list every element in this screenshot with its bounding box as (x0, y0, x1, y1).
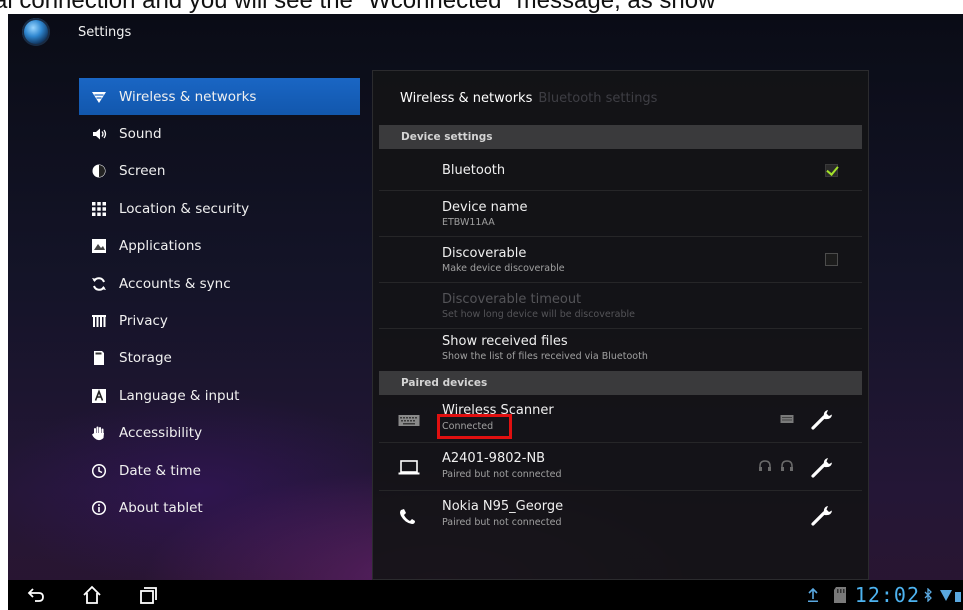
sidebar-item-label: Language & input (119, 387, 240, 404)
bluetooth-toggle-row[interactable]: Bluetooth (379, 149, 862, 191)
discoverable-label: Discoverable (442, 246, 527, 261)
sidebar-item-label: Date & time (119, 462, 201, 479)
sidebar-item-storage[interactable]: Storage (79, 340, 360, 377)
paired-device-name: A2401-9802-NB (442, 451, 546, 466)
paired-device-row[interactable]: A2401-9802-NB Paired but not connected (379, 443, 862, 491)
grid-lock-icon (91, 201, 107, 217)
sidebar-item-accessibility[interactable]: Accessibility (79, 415, 360, 452)
breadcrumb-wireless[interactable]: Wireless & networks (400, 91, 532, 106)
keyboard-a-icon (91, 388, 107, 404)
paired-device-row[interactable]: Wireless Scanner Connected (379, 395, 862, 443)
breadcrumb: Wireless & networks Bluetooth settings (373, 71, 868, 125)
laptop-icon (398, 460, 420, 480)
paired-device-row[interactable]: Nokia N95_George Paired but not connecte… (379, 491, 862, 539)
device-profile-icons (780, 414, 794, 424)
discoverable-timeout-row: Discoverable timeout Set how long device… (379, 283, 862, 329)
sync-icon (91, 276, 107, 292)
back-icon[interactable] (26, 585, 46, 605)
settings-gear-icon[interactable] (22, 18, 50, 46)
wifi-signal-icon (940, 588, 952, 602)
sidebar-item-privacy[interactable]: Privacy (79, 302, 360, 339)
caption-text: al connection and you will see the "Wcon… (0, 0, 716, 14)
device-name-value: ETBW11AA (442, 217, 495, 228)
title-bar: Settings (8, 14, 963, 50)
sidebar-item-sound[interactable]: Sound (79, 115, 360, 152)
tablet-screen: Settings Wireless & networks Sound Scree… (8, 14, 963, 610)
sidebar-item-about-tablet[interactable]: About tablet (79, 489, 360, 526)
show-received-files-label: Show received files (442, 334, 568, 349)
device-name-label: Device name (442, 200, 528, 215)
section-header-paired-devices: Paired devices (379, 371, 862, 395)
connected-highlight-box (437, 414, 512, 439)
sidebar-item-label: Privacy (119, 313, 168, 330)
storage-icon (91, 350, 107, 366)
status-clock: 12:02 (854, 583, 920, 607)
status-area[interactable]: 12:02 (807, 580, 963, 610)
sd-card-icon (833, 586, 847, 604)
document-caption: al connection and you will see the "Wcon… (0, 0, 963, 14)
keyboard-icon (398, 413, 420, 432)
discoverable-row[interactable]: Discoverable Make device discoverable (379, 237, 862, 283)
paired-device-status: Paired but not connected (442, 469, 562, 480)
clock-icon (91, 463, 107, 479)
hand-icon (91, 425, 107, 441)
device-settings-wrench-icon[interactable] (810, 455, 834, 479)
paired-device-name: Nokia N95_George (442, 499, 564, 514)
sidebar-item-location-security[interactable]: Location & security (79, 190, 360, 227)
phone-icon (398, 508, 418, 530)
home-icon[interactable] (82, 585, 102, 605)
device-name-row[interactable]: Device name ETBW11AA (379, 191, 862, 237)
headset-icon (759, 460, 771, 471)
recent-apps-icon[interactable] (138, 585, 158, 605)
section-header-device-settings: Device settings (379, 125, 862, 149)
system-navigation-bar: 12:02 (8, 580, 963, 610)
device-settings-wrench-icon[interactable] (810, 503, 834, 527)
sidebar-item-label: Accounts & sync (119, 275, 231, 292)
sidebar-item-wireless[interactable]: Wireless & networks (79, 78, 360, 116)
applications-icon (91, 238, 107, 254)
show-received-files-row[interactable]: Show received files Show the list of fil… (379, 329, 862, 371)
privacy-icon (91, 313, 107, 329)
speaker-icon (91, 126, 107, 142)
app-title: Settings (78, 24, 132, 40)
sidebar-item-label: About tablet (119, 499, 203, 516)
sidebar-item-label: Sound (119, 126, 162, 143)
info-icon (91, 500, 107, 516)
sidebar-item-date-time[interactable]: Date & time (79, 452, 360, 489)
sidebar-item-label: Applications (119, 238, 202, 255)
sidebar-item-label: Screen (119, 163, 166, 180)
settings-sidebar: Wireless & networks Sound Screen Locatio… (79, 78, 360, 527)
bluetooth-icon (924, 588, 932, 602)
upload-icon (807, 587, 819, 603)
breadcrumb-bluetooth-settings: Bluetooth settings (538, 90, 658, 106)
sidebar-item-language-input[interactable]: Language & input (79, 377, 360, 414)
bluetooth-settings-panel: Wireless & networks Bluetooth settings D… (372, 70, 869, 580)
discoverable-timeout-label: Discoverable timeout (442, 292, 582, 307)
sidebar-item-label: Accessibility (119, 425, 203, 442)
bluetooth-label: Bluetooth (442, 163, 506, 178)
device-profile-icons (758, 460, 794, 472)
discoverable-checkbox[interactable] (825, 253, 838, 266)
sidebar-item-accounts-sync[interactable]: Accounts & sync (79, 265, 360, 302)
headphones-icon (781, 460, 793, 471)
input-device-icon (780, 415, 794, 423)
discoverable-timeout-sub: Set how long device will be discoverable (442, 309, 635, 320)
device-settings-wrench-icon[interactable] (810, 407, 834, 431)
battery-icon (955, 588, 961, 602)
sidebar-item-label: Storage (119, 350, 172, 367)
sidebar-item-label: Wireless & networks (119, 88, 257, 105)
sidebar-item-label: Location & security (119, 200, 250, 217)
paired-device-status: Paired but not connected (442, 517, 562, 528)
show-received-files-sub: Show the list of files received via Blue… (442, 351, 648, 362)
discoverable-sub: Make device discoverable (442, 263, 565, 274)
wifi-icon (91, 89, 107, 105)
bluetooth-checkbox[interactable] (825, 164, 838, 177)
sidebar-item-applications[interactable]: Applications (79, 228, 360, 265)
brightness-icon (91, 163, 107, 179)
sidebar-item-screen[interactable]: Screen (79, 153, 360, 190)
